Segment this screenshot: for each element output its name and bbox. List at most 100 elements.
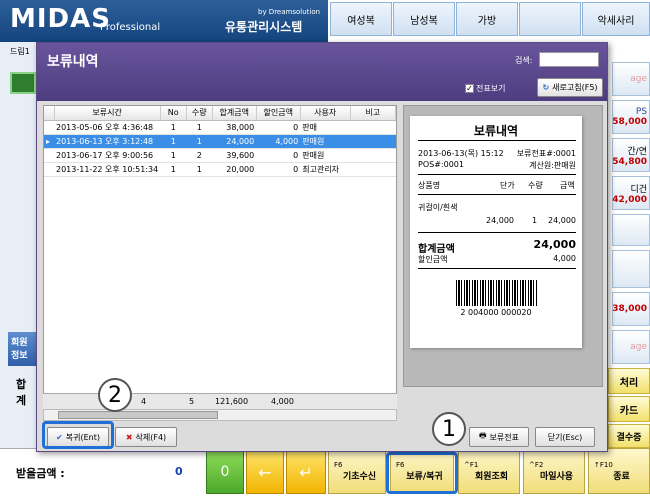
table-row[interactable]: 2013-11-22 오후 10:51:34 1 1 20,000 0 최고관리… bbox=[44, 162, 396, 177]
category-women[interactable]: 여성복 bbox=[330, 2, 392, 36]
product-tile-1[interactable]: age bbox=[612, 62, 650, 96]
col-discount[interactable]: 할인금액 bbox=[256, 106, 301, 121]
product-tile-4[interactable]: 디건 42,000 bbox=[612, 176, 650, 210]
brand-caption: by Dreamsolution bbox=[258, 8, 321, 16]
receipt-item-amount: 24,000 bbox=[548, 216, 576, 225]
receipt-discount-value: 4,000 bbox=[553, 254, 576, 263]
print-slip-button[interactable]: 🖶 보류전표 bbox=[469, 427, 529, 447]
receipt-divider bbox=[418, 140, 576, 141]
received-value: 0 bbox=[175, 465, 183, 478]
receipt-date: 2013-06-13(목) 15:12 bbox=[418, 149, 504, 158]
product-tile-3[interactable]: 간/연 54,800 bbox=[612, 138, 650, 172]
horizontal-scrollbar[interactable] bbox=[43, 409, 397, 421]
left-input[interactable] bbox=[10, 72, 36, 94]
receipt-paper: 보류내역 2013-06-13(목) 15:12 보류전표#:0001 POS#… bbox=[410, 116, 582, 348]
member-info-tab[interactable]: 회원 정보 bbox=[8, 332, 36, 366]
received-label: 받을금액 : bbox=[16, 467, 65, 480]
receipt-header-item: 상품명 bbox=[418, 181, 441, 190]
receipt-item-price: 24,000 bbox=[486, 216, 514, 225]
brand-name: 유통관리시스템 bbox=[225, 20, 303, 34]
cell-user: 판매원 bbox=[300, 134, 351, 149]
refresh-button[interactable]: ↻ 새로고침(F5) bbox=[537, 78, 603, 97]
product-tile-2[interactable]: PS 58,000 bbox=[612, 100, 650, 134]
category-empty[interactable] bbox=[519, 2, 581, 36]
scrollbar-thumb[interactable] bbox=[58, 411, 218, 419]
col-total[interactable]: 합계금액 bbox=[212, 106, 257, 121]
cell-qty: 1 bbox=[186, 134, 213, 149]
receipt-button[interactable]: 결수증 bbox=[608, 424, 650, 448]
row-indicator bbox=[44, 120, 54, 135]
product-tile-6[interactable] bbox=[612, 250, 650, 288]
row-indicator bbox=[44, 162, 54, 177]
cell-time: 2013-06-17 오후 9:00:56 bbox=[54, 148, 161, 163]
product-tile-7[interactable]: 38,000 bbox=[612, 292, 650, 326]
fkey-member-search[interactable]: ^F1 회원조회 bbox=[458, 448, 520, 494]
cell-note bbox=[350, 134, 396, 149]
search-input[interactable] bbox=[539, 52, 599, 67]
barcode-icon bbox=[456, 280, 538, 306]
cell-total: 20,000 bbox=[212, 162, 257, 177]
receipt-preview-pane: 보류내역 2013-06-13(목) 15:12 보류전표#:0001 POS#… bbox=[403, 105, 603, 387]
restore-highlight bbox=[42, 421, 114, 449]
fkey-basic-receive[interactable]: F6 기초수신 bbox=[328, 448, 386, 494]
slip-view-label: 전표보기 bbox=[476, 84, 506, 93]
footer-qty: 5 bbox=[189, 397, 195, 406]
dialog-header: 보류내역 검색: ✓ 전표보기 ↻ 새로고침(F5) bbox=[37, 43, 607, 101]
cell-note bbox=[350, 120, 396, 135]
fkey-hold-highlight bbox=[386, 452, 458, 494]
receipt-pos: POS#:0001 bbox=[418, 160, 464, 169]
slip-view-checkbox[interactable]: ✓ 전표보기 bbox=[465, 83, 505, 94]
card-button[interactable]: 카드 bbox=[608, 396, 650, 422]
receipt-total-label: 합계금액 bbox=[418, 244, 455, 255]
receipt-total-value: 24,000 bbox=[533, 238, 576, 251]
barcode-text: 2 004000 000020 bbox=[460, 308, 532, 317]
category-men[interactable]: 남성복 bbox=[393, 2, 455, 36]
cell-qty: 2 bbox=[186, 148, 213, 163]
table-row[interactable]: 2013-05-06 오후 4:36:48 1 1 38,000 0 판매 bbox=[44, 120, 396, 135]
delete-button[interactable]: ✖ 삭제(F4) bbox=[115, 427, 177, 447]
receipt-divider bbox=[418, 232, 576, 233]
row-indicator bbox=[44, 148, 54, 163]
checkbox-checked-icon[interactable]: ✓ bbox=[465, 84, 474, 93]
receipt-header-amount: 금액 bbox=[560, 181, 575, 190]
fkey-mileage[interactable]: ^F2 마일사용 bbox=[523, 448, 585, 494]
cell-discount: 4,000 bbox=[256, 134, 301, 149]
total-label: 합계 bbox=[16, 378, 27, 407]
cell-no: 1 bbox=[160, 134, 187, 149]
receipt-item-qty: 1 bbox=[532, 216, 538, 225]
receipt-divider bbox=[418, 194, 576, 195]
app-logo-sub: Professional bbox=[100, 22, 161, 33]
backspace-arrow-icon[interactable]: ← bbox=[246, 450, 284, 494]
table-row-selected[interactable]: ▸ 2013-06-13 오후 3:12:48 1 1 24,000 4,000… bbox=[44, 134, 396, 149]
col-no[interactable]: No bbox=[160, 106, 187, 121]
cell-no: 1 bbox=[160, 162, 187, 177]
search-label: 검색: bbox=[515, 56, 533, 65]
receipt-cashier: 계산원:판매원 bbox=[529, 161, 576, 170]
enter-arrow-icon[interactable]: ↵ bbox=[286, 450, 326, 494]
receipt-discount-label: 할인금액 bbox=[418, 255, 448, 264]
cell-user: 최고관리자 bbox=[300, 162, 351, 177]
product-tile-8[interactable]: age bbox=[612, 330, 650, 364]
cell-discount: 0 bbox=[256, 162, 301, 177]
zero-key[interactable]: 0 bbox=[206, 450, 244, 494]
product-tile-5[interactable] bbox=[612, 214, 650, 246]
table-footer: 4 5 121,600 4,000 bbox=[43, 393, 397, 409]
cell-note bbox=[350, 148, 396, 163]
col-qty[interactable]: 수량 bbox=[186, 106, 213, 121]
col-note[interactable]: 비고 bbox=[350, 106, 397, 121]
process-button[interactable]: 처리 bbox=[608, 368, 650, 394]
category-bag[interactable]: 가방 bbox=[456, 2, 518, 36]
col-user[interactable]: 사용자 bbox=[300, 106, 351, 121]
receipt-title: 보류내역 bbox=[473, 124, 519, 138]
cell-total: 39,600 bbox=[212, 148, 257, 163]
category-accessory[interactable]: 악세사리 bbox=[582, 2, 650, 36]
receipt-header-price: 단가 bbox=[500, 181, 515, 190]
close-button[interactable]: 닫기(Esc) bbox=[535, 427, 595, 447]
cell-no: 1 bbox=[160, 148, 187, 163]
cell-discount: 0 bbox=[256, 148, 301, 163]
fkey-exit[interactable]: ↑F10 종료 bbox=[588, 448, 650, 494]
cell-time: 2013-06-13 오후 3:12:48 bbox=[54, 134, 161, 149]
col-time[interactable]: 보류시간 bbox=[54, 106, 161, 121]
table-row[interactable]: 2013-06-17 오후 9:00:56 1 2 39,600 0 판매원 bbox=[44, 148, 396, 163]
cell-note bbox=[350, 162, 396, 177]
